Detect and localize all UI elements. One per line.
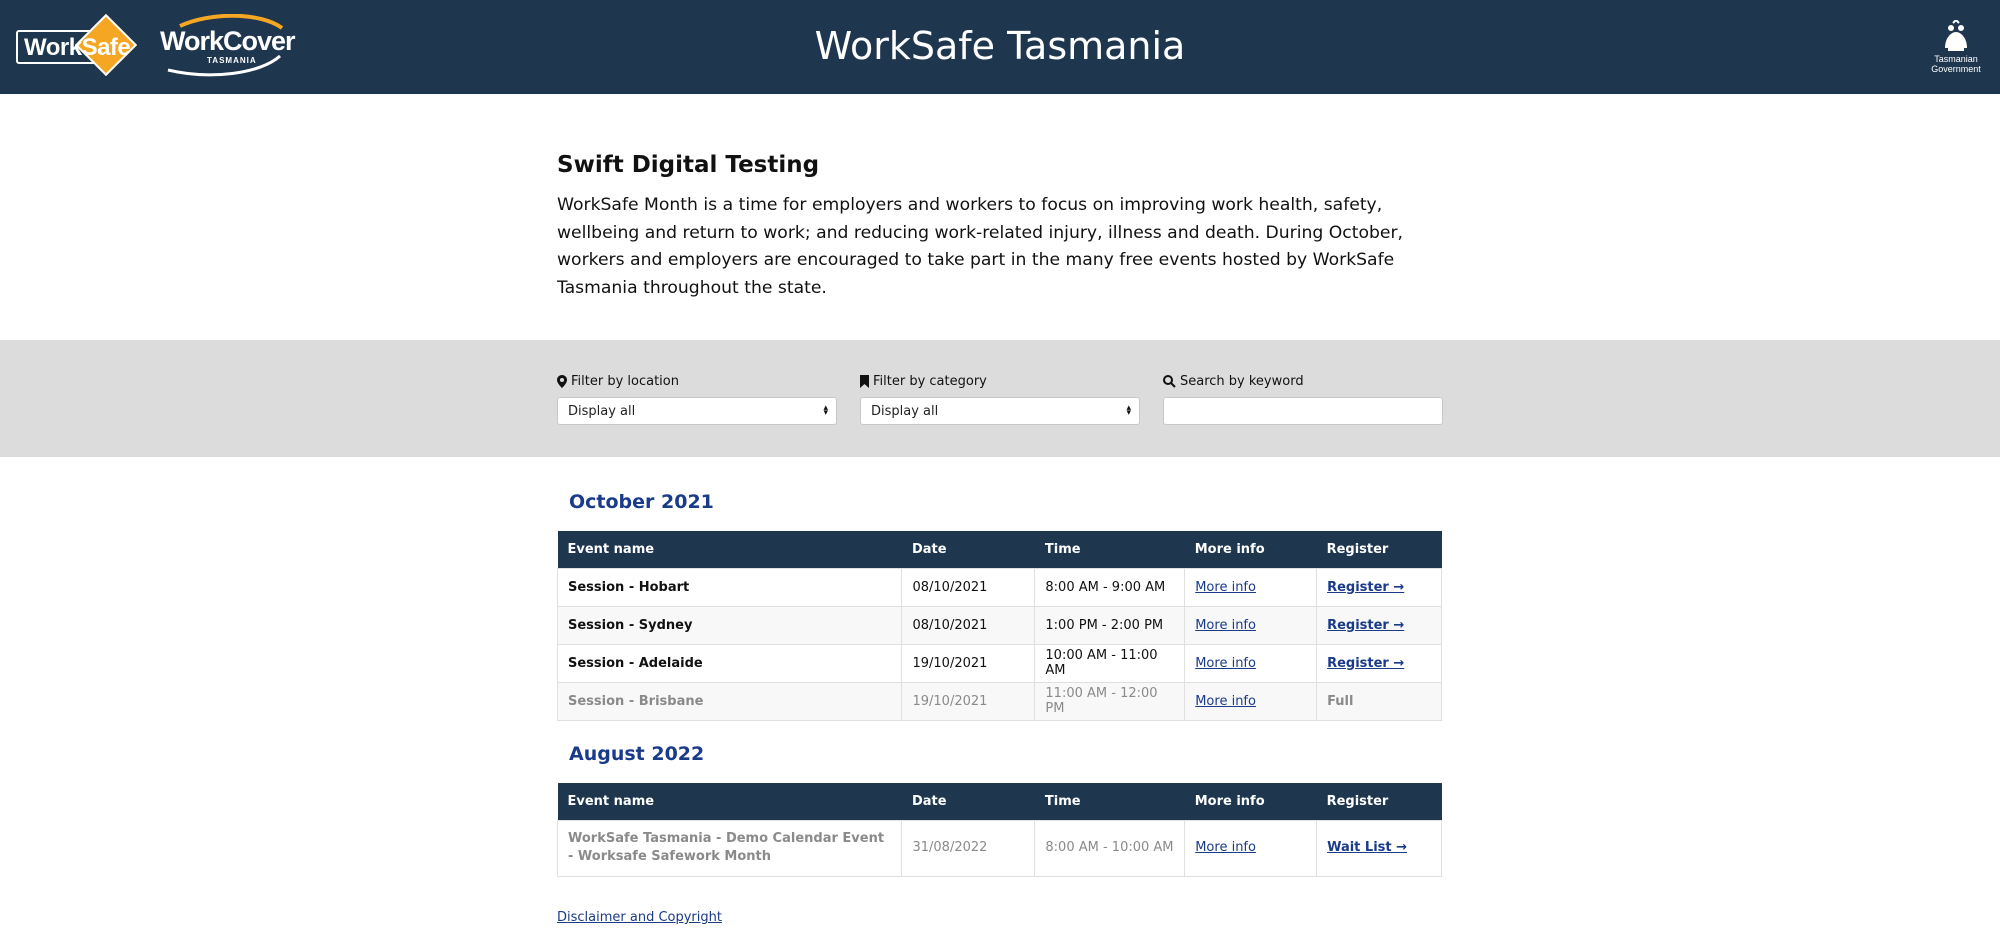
wait-list-link[interactable]: Wait List →: [1327, 840, 1407, 855]
column-header-date: Date: [901, 531, 1035, 568]
more-info-link[interactable]: More info: [1195, 618, 1256, 633]
tasmanian-government-logo[interactable]: Tasmanian Government: [1928, 20, 1984, 74]
table-row: Session - Hobart 08/10/2021 8:00 AM - 9:…: [556, 567, 1442, 607]
site-title: WorkSafe Tasmania: [814, 24, 1186, 68]
event-name-cell: WorkSafe Tasmania - Demo Calendar Event …: [556, 819, 903, 877]
select-caret-icon: ▴ ▾: [823, 403, 828, 418]
events-table-october-2021: Event name Date Time More info Register …: [556, 531, 1442, 721]
category-filter: Filter by category Display all ▴ ▾: [860, 372, 1140, 425]
more-info-cell: More info: [1184, 605, 1318, 645]
column-header-event-name: Event name: [557, 783, 902, 820]
select-caret-icon: ▴ ▾: [1126, 403, 1131, 418]
column-header-more-info: More info: [1184, 531, 1317, 568]
location-filter: Filter by location Display all ▴ ▾: [557, 372, 837, 425]
more-info-cell: More info: [1184, 567, 1318, 607]
more-info-link[interactable]: More info: [1195, 580, 1256, 595]
table-row: Session - Adelaide 19/10/2021 10:00 AM -…: [556, 643, 1442, 683]
column-header-date: Date: [901, 783, 1035, 820]
table-row: WorkSafe Tasmania - Demo Calendar Event …: [556, 819, 1442, 877]
register-cell: Register →: [1316, 605, 1442, 645]
event-date-cell: 31/08/2022: [901, 819, 1036, 877]
register-link[interactable]: Register →: [1327, 580, 1404, 595]
column-header-time: Time: [1034, 531, 1185, 568]
filter-bar: Filter by location Display all ▴ ▾ Filter…: [0, 340, 2000, 457]
register-cell: Full: [1316, 681, 1442, 721]
event-date-cell: 19/10/2021: [901, 681, 1036, 721]
keyword-filter: Search by keyword: [1163, 372, 1443, 425]
location-filter-label: Filter by location: [557, 372, 837, 390]
table-row: Session - Brisbane 19/10/2021 11:00 AM -…: [556, 681, 1442, 721]
month-heading-october-2021: October 2021: [569, 491, 714, 513]
column-header-more-info: More info: [1184, 783, 1317, 820]
register-link[interactable]: Register →: [1327, 618, 1404, 633]
event-date-cell: 08/10/2021: [901, 605, 1036, 645]
search-icon: [1163, 374, 1176, 388]
column-header-register: Register: [1316, 783, 1442, 820]
category-filter-text: Filter by category: [873, 373, 987, 389]
location-filter-text: Filter by location: [571, 373, 679, 389]
disclaimer-link[interactable]: Disclaimer and Copyright: [557, 910, 722, 925]
intro-paragraph: WorkSafe Month is a time for employers a…: [557, 195, 1404, 298]
full-status: Full: [1327, 693, 1354, 709]
event-time-cell: 11:00 AM - 12:00 PM: [1034, 681, 1186, 721]
intro-section: Swift Digital Testing WorkSafe Month is …: [557, 152, 1447, 302]
events-table-august-2022: Event name Date Time More info Register …: [556, 783, 1442, 877]
gov-logo-text-line1: Tasmanian: [1934, 54, 1978, 64]
keyword-filter-label: Search by keyword: [1163, 372, 1443, 390]
table-header-row: Event name Date Time More info Register: [557, 531, 1442, 568]
event-date-cell: 19/10/2021: [901, 643, 1036, 683]
table-header-row: Event name Date Time More info Register: [557, 783, 1442, 820]
category-filter-label: Filter by category: [860, 372, 1140, 390]
more-info-link[interactable]: More info: [1195, 694, 1256, 709]
event-name-cell: Session - Hobart: [556, 567, 903, 607]
column-header-time: Time: [1034, 783, 1185, 820]
map-pin-icon: [557, 374, 567, 388]
register-link[interactable]: Register →: [1327, 656, 1404, 671]
event-date-cell: 08/10/2021: [901, 567, 1036, 607]
event-time-cell: 1:00 PM - 2:00 PM: [1034, 605, 1186, 645]
event-name-cell: Session - Adelaide: [556, 643, 903, 683]
event-time-cell: 10:00 AM - 11:00 AM: [1034, 643, 1186, 683]
keyword-search-input[interactable]: [1163, 397, 1443, 425]
register-cell: Wait List →: [1316, 819, 1442, 877]
location-select[interactable]: Display all ▴ ▾: [557, 397, 837, 425]
column-header-register: Register: [1316, 531, 1442, 568]
event-name-cell: Session - Sydney: [556, 605, 903, 645]
month-heading-august-2022: August 2022: [569, 743, 705, 765]
event-time-cell: 8:00 AM - 10:00 AM: [1034, 819, 1186, 877]
keyword-filter-text: Search by keyword: [1180, 373, 1304, 389]
register-cell: Register →: [1316, 643, 1442, 683]
category-select[interactable]: Display all ▴ ▾: [860, 397, 1140, 425]
more-info-link[interactable]: More info: [1195, 840, 1256, 855]
gov-logo-text-line2: Government: [1931, 64, 1981, 74]
site-header: WorkSafe WorkCover TASMANIA WorkSafe Tas…: [0, 0, 2000, 94]
column-header-event-name: Event name: [557, 531, 902, 568]
event-time-cell: 8:00 AM - 9:00 AM: [1034, 567, 1186, 607]
location-select-value: Display all: [568, 403, 636, 419]
event-name-cell: Session - Brisbane: [556, 681, 903, 721]
register-cell: Register →: [1316, 567, 1442, 607]
category-select-value: Display all: [871, 403, 939, 419]
more-info-link[interactable]: More info: [1195, 656, 1256, 671]
more-info-cell: More info: [1184, 819, 1318, 877]
bookmark-icon: [860, 374, 869, 388]
more-info-cell: More info: [1184, 681, 1318, 721]
more-info-cell: More info: [1184, 643, 1318, 683]
tasmanian-devil-crest-icon: [1945, 20, 1967, 51]
table-row: Session - Sydney 08/10/2021 1:00 PM - 2:…: [556, 605, 1442, 645]
page-title: Swift Digital Testing: [557, 152, 820, 178]
